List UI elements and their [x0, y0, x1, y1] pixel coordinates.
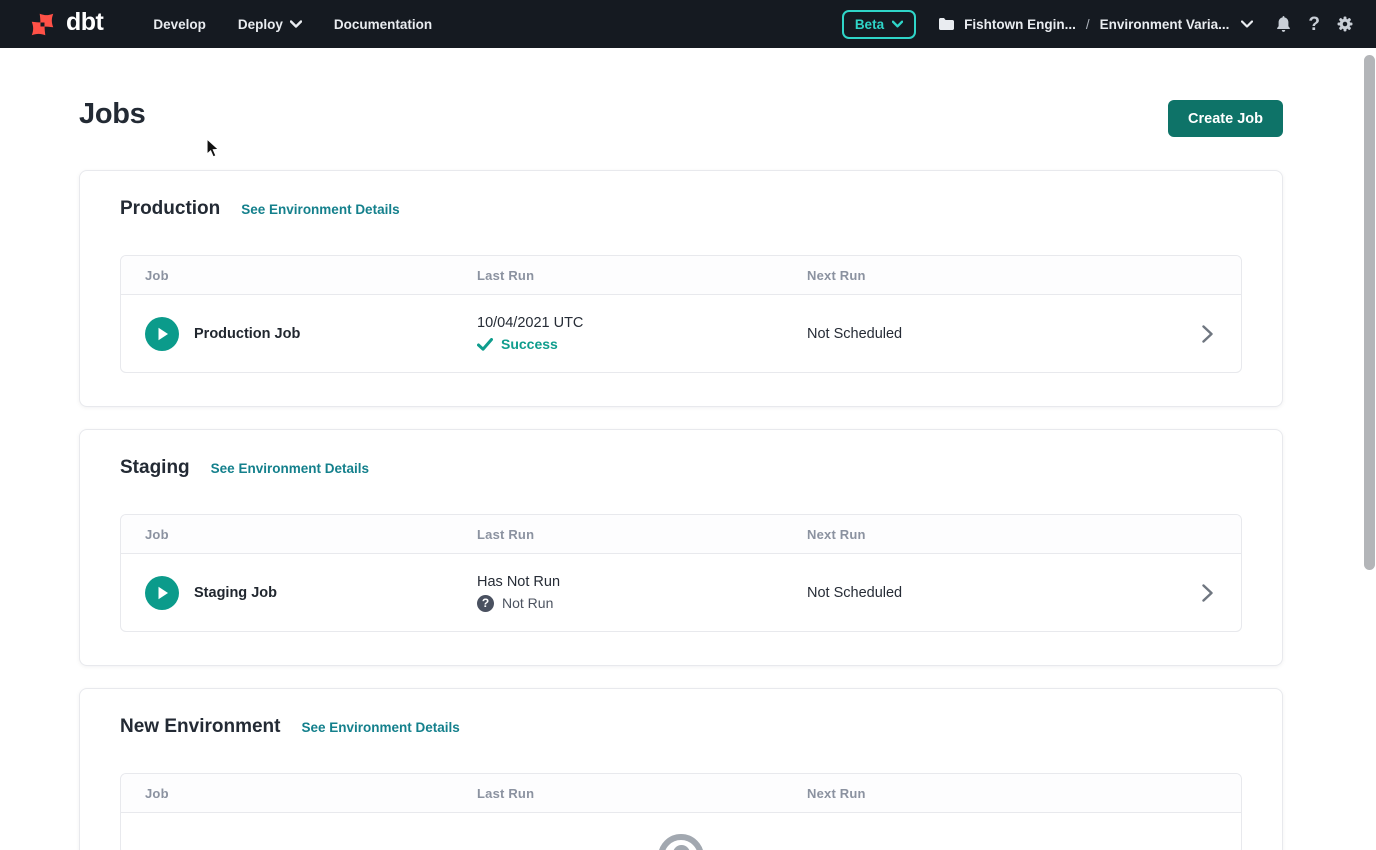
- page-header: Jobs Create Job: [79, 98, 1283, 137]
- success-check-icon: [477, 338, 493, 351]
- last-run-status: ? Not Run: [477, 595, 807, 612]
- dbt-wordmark: dbt: [66, 10, 103, 38]
- column-header-next-run: Next Run: [807, 786, 1165, 801]
- dbt-logo-icon: [26, 8, 59, 41]
- environment-card-staging: Staging See Environment Details Job Last…: [79, 429, 1283, 666]
- next-run-cell: Not Scheduled: [807, 326, 1165, 342]
- next-run-cell: Not Scheduled: [807, 585, 1165, 601]
- last-run-cell: 10/04/2021 UTC Success: [477, 315, 807, 352]
- scrollbar-track[interactable]: [1363, 48, 1376, 850]
- row-chevron[interactable]: [1165, 325, 1213, 343]
- environment-card-header: New Environment See Environment Details: [120, 716, 1242, 738]
- environment-card-production: Production See Environment Details Job L…: [79, 170, 1283, 407]
- job-row-production[interactable]: Production Job 10/04/2021 UTC Success No…: [121, 295, 1241, 372]
- column-header-job: Job: [145, 527, 477, 542]
- job-name[interactable]: Staging Job: [194, 585, 277, 601]
- table-header-row: Job Last Run Next Run: [121, 256, 1241, 295]
- primary-nav: Develop Deploy Documentation: [141, 9, 444, 40]
- job-row-staging[interactable]: Staging Job Has Not Run ? Not Run Not Sc…: [121, 554, 1241, 631]
- row-chevron[interactable]: [1165, 584, 1213, 602]
- settings-gear-icon[interactable]: [1336, 15, 1354, 33]
- table-header-row: Job Last Run Next Run: [121, 515, 1241, 554]
- column-header-job: Job: [145, 268, 477, 283]
- column-header-last-run: Last Run: [477, 786, 807, 801]
- column-header-next-run: Next Run: [807, 527, 1165, 542]
- environment-card-header: Staging See Environment Details: [120, 457, 1242, 479]
- run-job-play-button[interactable]: [145, 576, 179, 610]
- breadcrumb-project[interactable]: Fishtown Engin...: [964, 17, 1076, 32]
- run-job-play-button[interactable]: [145, 317, 179, 351]
- empty-state-icon: [658, 834, 704, 850]
- create-job-button[interactable]: Create Job: [1168, 100, 1283, 137]
- environment-name: Staging: [120, 457, 190, 479]
- chevron-right-icon: [1202, 584, 1213, 602]
- chevron-down-icon: [1241, 20, 1253, 28]
- job-name[interactable]: Production Job: [194, 326, 300, 342]
- last-run-date: 10/04/2021 UTC: [477, 315, 807, 331]
- chevron-right-icon: [1202, 325, 1213, 343]
- breadcrumb[interactable]: Fishtown Engin... / Environment Varia...: [938, 17, 1253, 32]
- environment-name: New Environment: [120, 716, 280, 738]
- navbar-icons: ?: [1275, 15, 1354, 34]
- see-environment-details-link[interactable]: See Environment Details: [241, 202, 399, 217]
- status-label: Not Run: [502, 595, 553, 611]
- breadcrumb-separator: /: [1085, 17, 1091, 32]
- jobs-table: Job Last Run Next Run Production Job 10/…: [120, 255, 1242, 373]
- dbt-logo[interactable]: dbt: [26, 8, 103, 41]
- nav-deploy[interactable]: Deploy: [226, 9, 314, 40]
- beta-dropdown[interactable]: Beta: [842, 10, 916, 39]
- help-icon[interactable]: ?: [1308, 15, 1320, 34]
- see-environment-details-link[interactable]: See Environment Details: [301, 720, 459, 735]
- column-header-job: Job: [145, 786, 477, 801]
- top-navbar: dbt Develop Deploy Documentation Beta: [0, 0, 1376, 48]
- environment-card-new-environment: New Environment See Environment Details …: [79, 688, 1283, 850]
- table-header-row: Job Last Run Next Run: [121, 774, 1241, 813]
- column-header-next-run: Next Run: [807, 268, 1165, 283]
- last-run-status: Success: [477, 336, 807, 352]
- notifications-bell-icon[interactable]: [1275, 15, 1292, 33]
- nav-documentation[interactable]: Documentation: [322, 9, 444, 40]
- page-title: Jobs: [79, 98, 146, 131]
- scrollbar-thumb[interactable]: [1364, 55, 1375, 570]
- jobs-table: Job Last Run Next Run Staging Job Has No…: [120, 514, 1242, 632]
- see-environment-details-link[interactable]: See Environment Details: [211, 461, 369, 476]
- column-header-last-run: Last Run: [477, 268, 807, 283]
- column-header-last-run: Last Run: [477, 527, 807, 542]
- app-window: dbt Develop Deploy Documentation Beta: [0, 0, 1376, 850]
- chevron-down-icon: [892, 20, 903, 28]
- not-run-question-icon: ?: [477, 595, 494, 612]
- last-run-cell: Has Not Run ? Not Run: [477, 574, 807, 612]
- environment-card-header: Production See Environment Details: [120, 198, 1242, 220]
- chevron-down-icon: [290, 20, 302, 28]
- folder-icon: [938, 17, 955, 31]
- main-content: Jobs Create Job Production See Environme…: [0, 98, 1283, 850]
- nav-develop[interactable]: Develop: [141, 9, 218, 40]
- last-run-date: Has Not Run: [477, 574, 807, 590]
- empty-jobs-area: [121, 813, 1241, 850]
- breadcrumb-page[interactable]: Environment Varia...: [1100, 17, 1230, 32]
- status-label: Success: [501, 336, 558, 352]
- jobs-table: Job Last Run Next Run: [120, 773, 1242, 850]
- environment-name: Production: [120, 198, 220, 220]
- navbar-right: Beta Fishtown Engin... / Environment Var…: [842, 10, 1354, 39]
